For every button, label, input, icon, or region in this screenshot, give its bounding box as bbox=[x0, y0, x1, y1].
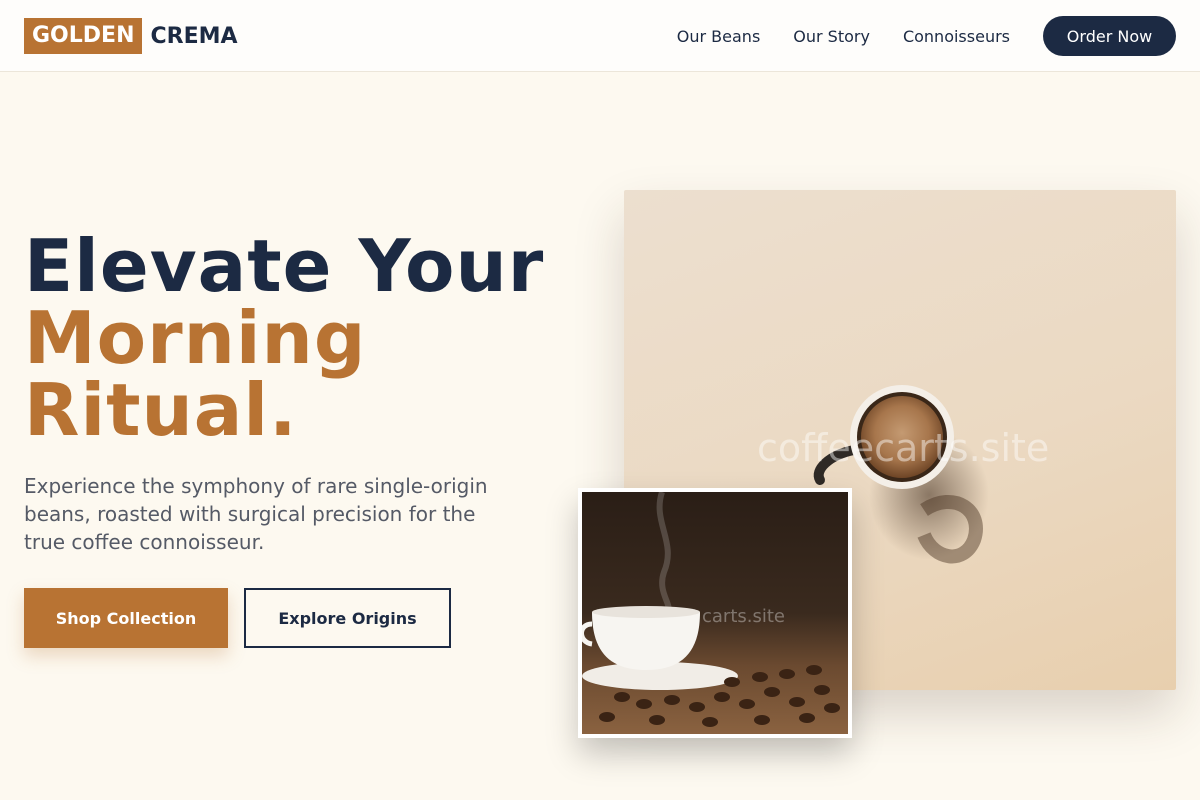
inset-photo: carts.site bbox=[582, 492, 848, 734]
nav-link-our-beans[interactable]: Our Beans bbox=[677, 27, 761, 46]
nav-links: Our Beans Our Story Connoisseurs Order N… bbox=[677, 16, 1176, 56]
hero-title-line2: Morning bbox=[24, 296, 367, 380]
brand-logo[interactable]: GOLDEN CREMA bbox=[24, 18, 238, 54]
hero-subtitle: Experience the symphony of rare single-o… bbox=[24, 474, 488, 554]
hero-title-line1: Elevate Your bbox=[24, 224, 545, 308]
top-nav: GOLDEN CREMA Our Beans Our Story Connois… bbox=[0, 0, 1200, 72]
shop-collection-button[interactable]: Shop Collection bbox=[24, 588, 228, 648]
nav-link-our-story[interactable]: Our Story bbox=[793, 27, 870, 46]
logo-text: CREMA bbox=[150, 23, 238, 49]
inset-watermark: carts.site bbox=[702, 606, 785, 627]
hero-image-cup-beans: carts.site bbox=[578, 488, 852, 738]
hero-title: Elevate Your Morning Ritual. bbox=[24, 230, 544, 446]
order-now-button[interactable]: Order Now bbox=[1043, 16, 1176, 56]
hero-title-line3: Ritual. bbox=[24, 368, 298, 452]
logo-box: GOLDEN bbox=[24, 18, 143, 54]
explore-origins-button[interactable]: Explore Origins bbox=[244, 588, 451, 648]
nav-link-connoisseurs[interactable]: Connoisseurs bbox=[903, 27, 1010, 46]
